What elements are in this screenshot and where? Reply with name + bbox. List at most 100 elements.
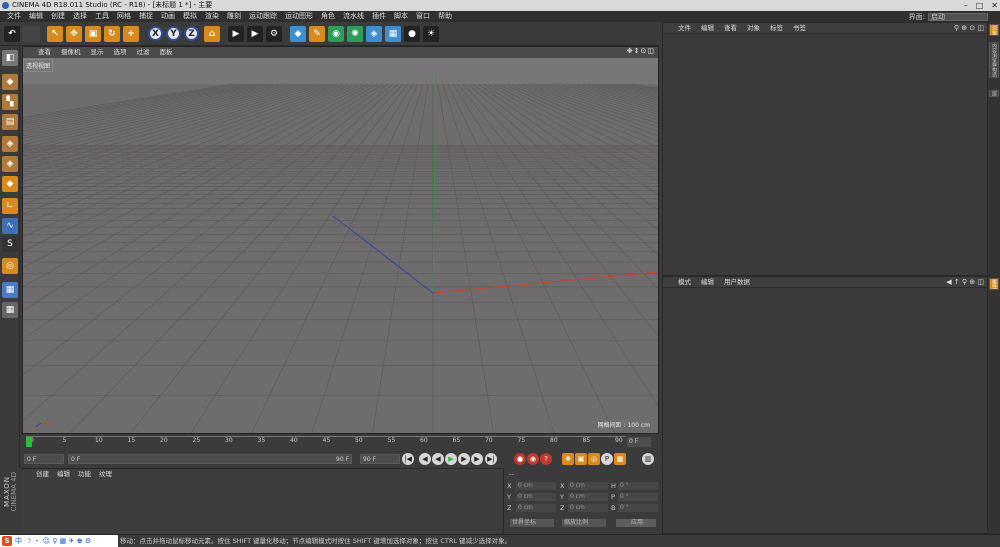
solo-mode-icon[interactable]: ▦ — [2, 302, 18, 318]
object-menu-item[interactable]: 标签 — [765, 23, 788, 33]
coord-size-field[interactable]: 0 cm — [568, 493, 608, 501]
close-icon[interactable]: ✕ — [991, 0, 998, 11]
menu-item[interactable]: 帮助 — [434, 11, 456, 22]
snap-toggle-icon[interactable]: S — [2, 236, 18, 252]
menu-item[interactable]: 网格 — [113, 11, 135, 22]
end-frame-field[interactable]: 90 F — [360, 454, 400, 464]
dock-tab[interactable]: 层 — [989, 90, 999, 97]
subdivision-surface-icon[interactable]: ◉ — [328, 26, 344, 42]
coord-mode-dropdown[interactable]: 世界坐标 — [510, 519, 554, 527]
menu-item[interactable]: 插件 — [368, 11, 390, 22]
prev-frame-icon[interactable]: ◀ — [432, 453, 444, 465]
timeline[interactable]: 051015202530354045505560657075808590 0 F — [22, 434, 659, 451]
floor-icon[interactable]: ▦ — [385, 26, 401, 42]
render-picture-viewer-icon[interactable]: ▶ — [247, 26, 263, 42]
menu-item[interactable]: 创建 — [47, 11, 69, 22]
menu-item[interactable]: 窗口 — [412, 11, 434, 22]
rotate-key-icon[interactable]: ◎ — [588, 453, 600, 465]
ime-tool-icons[interactable]: ☽ ・ ☺ ♀ ▦ ✈ ♚ ⚙ — [25, 536, 91, 546]
viewport-nav-icons[interactable]: ✥↕⊙◫ — [627, 47, 655, 55]
viewport-menu-item[interactable]: 查看 — [33, 47, 56, 58]
coordinate-system-icon[interactable]: ⌂ — [204, 26, 220, 42]
maximize-icon[interactable]: □ — [976, 0, 984, 11]
render-settings-icon[interactable]: ⚙ — [266, 26, 282, 42]
menu-item[interactable]: 脚本 — [390, 11, 412, 22]
menu-item[interactable]: 文件 — [3, 11, 25, 22]
rotate-icon[interactable]: ↻ — [104, 26, 120, 42]
record-keys-icon[interactable]: ● — [514, 453, 526, 465]
camera-icon[interactable]: ● — [404, 26, 420, 42]
menu-item[interactable]: 动画 — [157, 11, 179, 22]
sogou-logo-icon[interactable]: S — [2, 536, 12, 546]
frame-range-slider[interactable]: 0 F 90 F — [68, 454, 352, 464]
coord-rot-field[interactable]: 0 ° — [618, 493, 658, 501]
menu-item[interactable]: 流水线 — [339, 11, 368, 22]
viewport-menu-item[interactable]: 摄像机 — [56, 47, 86, 58]
attribute-menu-item[interactable]: 编辑 — [696, 277, 719, 287]
dock-tab[interactable]: 对象 — [989, 24, 999, 36]
layout-dropdown[interactable]: 启动 — [928, 13, 988, 21]
attribute-manager-icons[interactable]: ◀ ↑ ⚲ ⊕ ◫ — [946, 278, 984, 286]
axis-mode-icon[interactable]: ∟ — [2, 198, 18, 214]
attribute-menu-item[interactable]: 用户数据 — [719, 277, 755, 287]
minimize-icon[interactable]: – — [964, 0, 968, 11]
timeline-settings-icon[interactable]: ▥ — [642, 453, 654, 465]
coord-size-field[interactable]: 0 cm — [568, 482, 608, 490]
deformer-icon[interactable]: ◈ — [366, 26, 382, 42]
attribute-menu-item[interactable]: 模式 — [673, 277, 696, 287]
object-menu-item[interactable]: 文件 — [673, 23, 696, 33]
coord-scale-dropdown[interactable]: 缩放比例 — [562, 519, 606, 527]
menu-item[interactable]: 雕刻 — [223, 11, 245, 22]
ime-language[interactable]: 中 — [15, 536, 22, 546]
material-menu-item[interactable]: 功能 — [74, 469, 95, 480]
goto-start-icon[interactable]: |◀ — [402, 453, 414, 465]
param-key-icon[interactable]: P — [601, 453, 613, 465]
perspective-viewport[interactable]: 查看 摄像机 显示 选项 过滤 面板 ✥↕⊙◫ 透视视图 网格间距 : 100 cm — [22, 46, 659, 434]
coord-pos-field[interactable]: 0 cm — [516, 482, 556, 490]
material-menu-item[interactable]: 创建 — [32, 469, 53, 480]
object-menu-item[interactable]: 书签 — [788, 23, 811, 33]
undo-icon[interactable]: ↶ — [4, 26, 20, 42]
render-view-icon[interactable]: ▶ — [228, 26, 244, 42]
menu-item[interactable]: 选择 — [69, 11, 91, 22]
dock-tab[interactable]: 内容浏览器 — [989, 42, 999, 69]
scale-key-icon[interactable]: ▣ — [575, 453, 587, 465]
model-mode-icon[interactable]: ◆ — [2, 74, 18, 90]
tweak-mode-icon[interactable]: ∿ — [2, 218, 18, 234]
autokey-icon[interactable]: ◉ — [527, 453, 539, 465]
texture-mode-icon[interactable]: ▚ — [2, 94, 18, 110]
menu-item[interactable]: 渲染 — [201, 11, 223, 22]
menu-item[interactable]: 运动图形 — [281, 11, 317, 22]
points-mode-icon[interactable]: ◈ — [2, 136, 18, 152]
viewport-menu-item[interactable]: 面板 — [155, 47, 178, 58]
coord-rot-field[interactable]: 0 ° — [618, 482, 658, 490]
cube-icon[interactable]: ◆ — [290, 26, 306, 42]
make-editable-icon[interactable]: ◧ — [2, 50, 18, 66]
z-axis-icon[interactable]: Z — [184, 26, 199, 41]
scale-icon[interactable]: ▣ — [85, 26, 101, 42]
menu-item[interactable]: 捕捉 — [135, 11, 157, 22]
array-icon[interactable]: ✺ — [347, 26, 363, 42]
menu-item[interactable]: 角色 — [317, 11, 339, 22]
coord-size-field[interactable]: 0 cm — [568, 504, 608, 512]
recent-tools-icon[interactable]: + — [123, 26, 139, 42]
redo-icon[interactable] — [22, 26, 40, 42]
workplane-mode-icon[interactable]: ▤ — [2, 114, 18, 130]
start-frame-field[interactable]: 0 F — [24, 454, 64, 464]
x-axis-icon[interactable]: X — [148, 26, 163, 41]
dock-tab[interactable]: 构造 — [989, 66, 999, 78]
object-manager-icons[interactable]: ⚲ ⊕ ⊙ ◫ — [954, 24, 984, 32]
object-menu-item[interactable]: 编辑 — [696, 23, 719, 33]
move-key-icon[interactable]: ✥ — [562, 453, 574, 465]
attributes-tab[interactable]: 属性 — [989, 278, 999, 290]
edges-mode-icon[interactable]: ◈ — [2, 156, 18, 172]
current-frame-field[interactable]: 0 F — [627, 437, 651, 447]
material-menu-item[interactable]: 纹理 — [95, 469, 116, 480]
animation-mode-icon[interactable]: ◎ — [2, 258, 18, 274]
live-selection-icon[interactable]: ↖ — [47, 26, 63, 42]
coord-pos-field[interactable]: 0 cm — [516, 493, 556, 501]
coord-pos-field[interactable]: 0 cm — [516, 504, 556, 512]
viewport-menu-item[interactable]: 显示 — [86, 47, 109, 58]
polygons-mode-icon[interactable]: ◆ — [2, 176, 18, 192]
next-key-icon[interactable]: ▶ — [471, 453, 483, 465]
